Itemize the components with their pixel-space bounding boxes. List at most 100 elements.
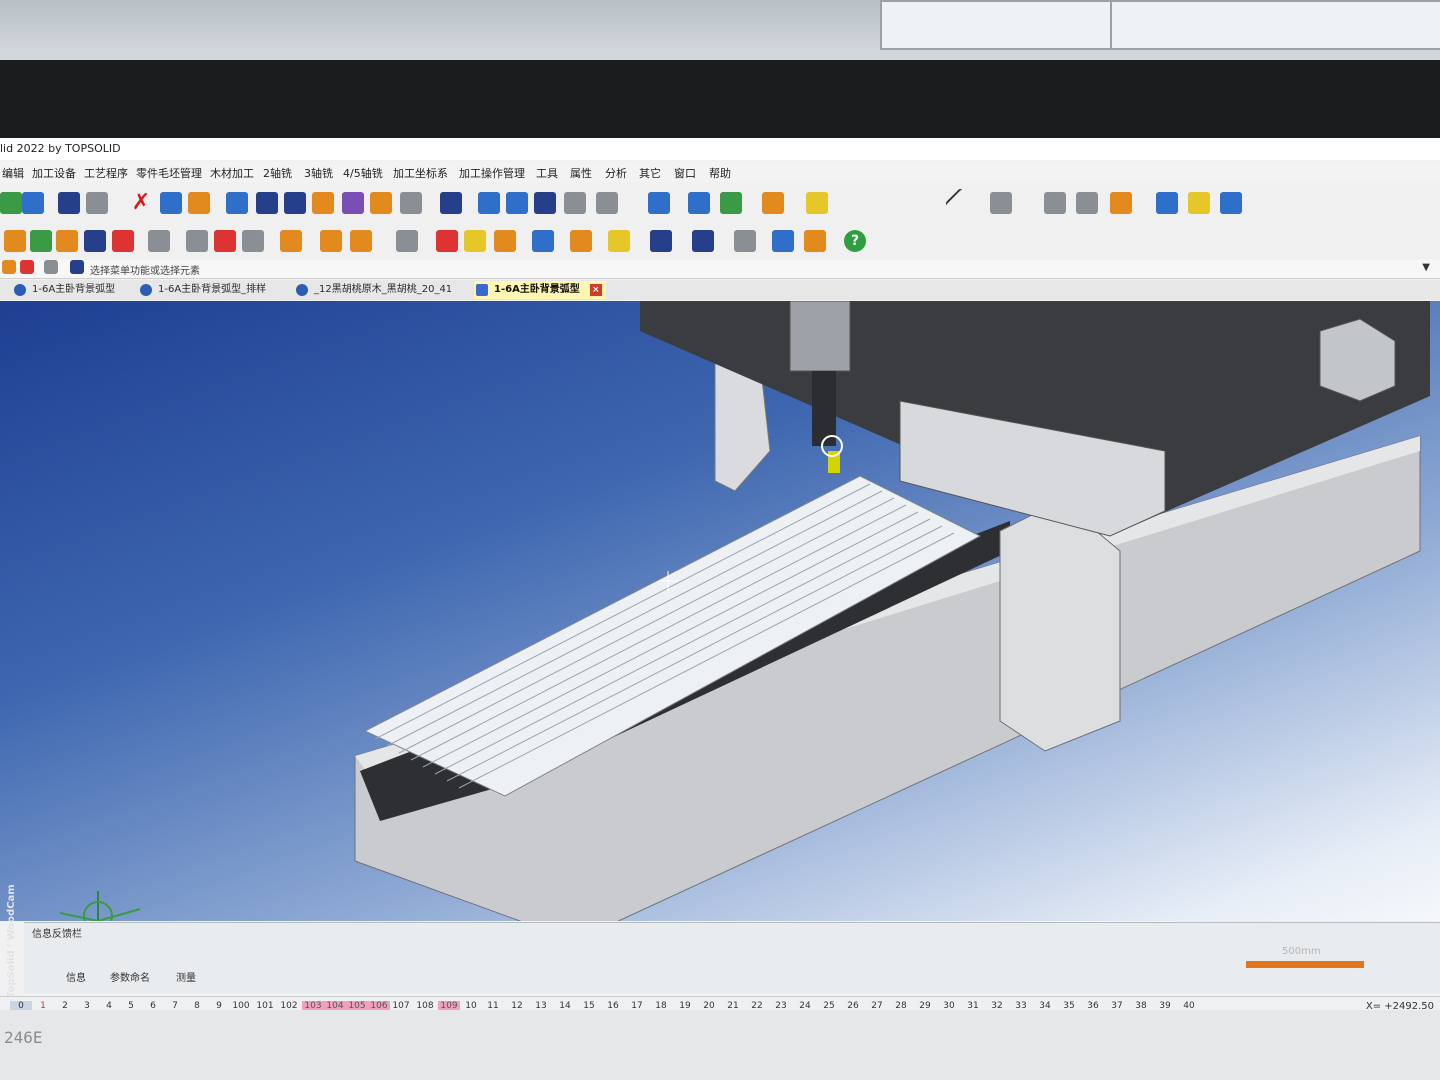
screen: lid 2022 by TOPSOLID 编辑 加工设备 工艺程序 零件毛坯管理… [0, 138, 1440, 1070]
eraser-icon[interactable] [188, 192, 210, 214]
probe-icon[interactable] [186, 230, 208, 252]
tab-document[interactable]: _12黑胡桃原木_黑胡桃_20_41 [294, 281, 452, 299]
menu-bar: 编辑 加工设备 工艺程序 零件毛坯管理 木材加工 2轴铣 3轴铣 4/5轴铣 加… [0, 162, 1440, 182]
operation-icon[interactable] [370, 192, 392, 214]
line-icon[interactable] [944, 187, 978, 221]
trim-icon[interactable] [506, 192, 528, 214]
hatch-icon[interactable] [990, 192, 1012, 214]
cmd-icon[interactable] [2, 260, 16, 274]
info-panel: 信息反馈栏 信息 参数命名 测量 [24, 922, 1440, 993]
close-icon[interactable]: × [589, 284, 602, 296]
book-icon[interactable] [608, 230, 630, 252]
tab-document[interactable]: 1-6A主卧背景弧型_排样 [138, 281, 266, 299]
stock-icon[interactable] [226, 192, 248, 214]
cup-icon[interactable] [280, 230, 302, 252]
face-icon[interactable] [84, 230, 106, 252]
view-icon[interactable] [720, 192, 742, 214]
formula-icon[interactable] [596, 192, 618, 214]
tool-icon[interactable] [256, 192, 278, 214]
rotate-icon[interactable] [400, 192, 422, 214]
sheet-icon[interactable] [734, 230, 756, 252]
menu-item-operation-mgmt[interactable]: 加工操作管理 [459, 165, 525, 181]
menu-item-2axis[interactable]: 2轴铣 [263, 165, 292, 181]
tool-list-icon[interactable] [284, 192, 306, 214]
open-icon[interactable] [0, 192, 22, 214]
scale-bar [1246, 961, 1364, 968]
crate-icon[interactable] [350, 230, 372, 252]
document-icon [476, 284, 488, 296]
toolbar-main: ✗ [0, 184, 1440, 222]
cmd-icon[interactable] [20, 260, 34, 274]
hammer-icon[interactable] [312, 192, 334, 214]
report-icon[interactable] [804, 230, 826, 252]
chevron-down-icon[interactable]: ▼ [1422, 262, 1430, 273]
tab-document[interactable]: 1-6A主卧背景弧型 [12, 281, 115, 299]
measure-icon[interactable] [692, 230, 714, 252]
document-icon [140, 284, 152, 296]
menu-item-part-stock[interactable]: 零件毛坯管理 [136, 165, 202, 181]
contour-icon[interactable] [56, 230, 78, 252]
menu-item-edit[interactable]: 编辑 [2, 165, 24, 181]
menu-item-analysis[interactable]: 分析 [605, 165, 627, 181]
nc-icon[interactable] [532, 230, 554, 252]
delete-icon[interactable]: ✗ [130, 192, 152, 214]
info-icon[interactable] [58, 192, 80, 214]
cnc-machine-model [59, 301, 1430, 921]
render-icon[interactable] [762, 192, 784, 214]
comment-icon[interactable] [242, 230, 264, 252]
cmd-icon[interactable] [70, 260, 84, 274]
menu-item-45axis[interactable]: 4/5轴铣 [343, 165, 383, 181]
settings-icon[interactable] [1076, 192, 1098, 214]
user-icon[interactable] [1220, 192, 1242, 214]
panel-icon[interactable] [570, 230, 592, 252]
shield-icon[interactable] [396, 230, 418, 252]
tab-document-active[interactable]: 1-6A主卧背景弧型 × [474, 281, 606, 299]
help-icon[interactable]: ? [844, 230, 866, 252]
operator-icon[interactable] [772, 230, 794, 252]
tab-info[interactable]: 信息 [66, 969, 86, 984]
tab-measure[interactable]: 测量 [176, 969, 196, 984]
simulation-icon[interactable] [436, 230, 458, 252]
monitor-model-label: 246E [4, 1028, 43, 1047]
menu-item-other[interactable]: 其它 [639, 165, 661, 181]
menu-item-window[interactable]: 窗口 [674, 165, 696, 181]
zoom-fit-icon[interactable] [688, 192, 710, 214]
menu-item-machine[interactable]: 加工设备 [32, 165, 76, 181]
menu-item-help[interactable]: 帮助 [709, 165, 731, 181]
ruler-icon[interactable] [650, 230, 672, 252]
menu-item-woodworking[interactable]: 木材加工 [210, 165, 254, 181]
layer-icon[interactable] [4, 230, 26, 252]
sort-icon[interactable] [148, 230, 170, 252]
save-icon[interactable] [22, 192, 44, 214]
zoom-icon[interactable] [648, 192, 670, 214]
path-icon[interactable] [440, 192, 462, 214]
print-icon[interactable] [86, 192, 108, 214]
fixture-icon[interactable] [342, 192, 364, 214]
drill-icon[interactable] [112, 230, 134, 252]
3d-viewport[interactable] [0, 301, 1440, 921]
menu-item-coord-system[interactable]: 加工坐标系 [393, 165, 448, 181]
stack-icon[interactable] [494, 230, 516, 252]
tab-parameter-naming[interactable]: 参数命名 [110, 969, 150, 984]
export-icon[interactable] [1156, 192, 1178, 214]
light-icon[interactable] [806, 192, 828, 214]
command-line: 选择菜单功能或选择元素 ▼ [0, 260, 1440, 279]
chart-icon[interactable] [1110, 192, 1132, 214]
document-icon [14, 284, 26, 296]
command-prompt: 选择菜单功能或选择元素 [90, 266, 200, 277]
menu-item-process[interactable]: 工艺程序 [84, 165, 128, 181]
document-icon[interactable] [1044, 192, 1066, 214]
menu-item-properties[interactable]: 属性 [570, 165, 592, 181]
cursor-icon[interactable] [478, 192, 500, 214]
undo-icon[interactable] [160, 192, 182, 214]
cmd-icon[interactable] [44, 260, 58, 274]
menu-item-3axis[interactable]: 3轴铣 [304, 165, 333, 181]
hook-icon[interactable] [564, 192, 586, 214]
menu-item-tools[interactable]: 工具 [536, 165, 558, 181]
marker-icon[interactable] [214, 230, 236, 252]
columns-icon[interactable] [534, 192, 556, 214]
box-icon[interactable] [320, 230, 342, 252]
part-icon[interactable] [464, 230, 486, 252]
pocket-icon[interactable] [30, 230, 52, 252]
upload-icon[interactable] [1188, 192, 1210, 214]
